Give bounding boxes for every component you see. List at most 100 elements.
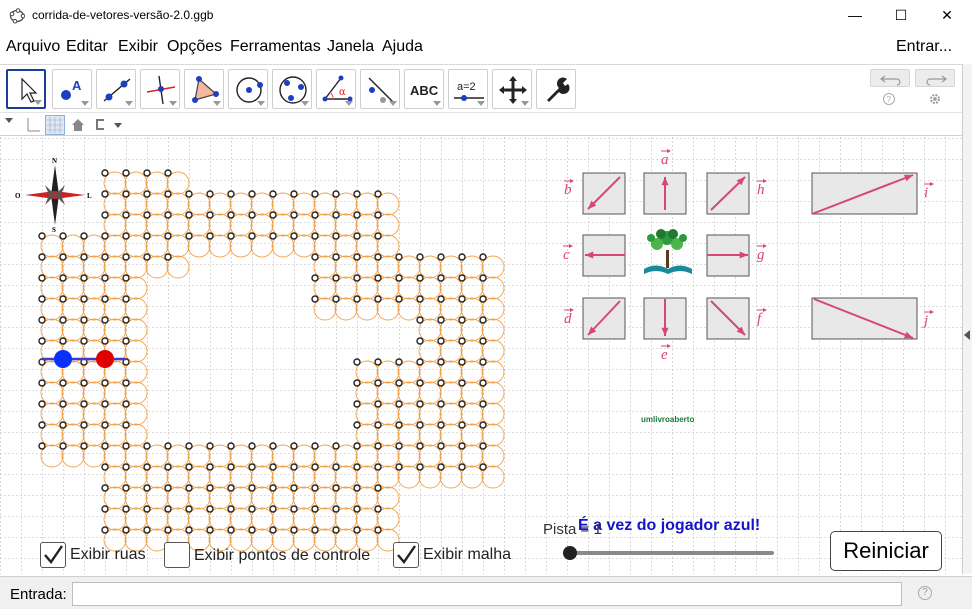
track-point bbox=[143, 463, 151, 471]
track-point bbox=[332, 211, 340, 219]
vector-d-button[interactable]: d bbox=[564, 297, 626, 340]
sign-in-link[interactable]: Entrar... bbox=[896, 38, 952, 56]
redo-button[interactable] bbox=[915, 69, 955, 87]
track-point bbox=[311, 463, 319, 471]
vector-g-button[interactable]: g bbox=[706, 234, 767, 277]
show-control-points-label: Exibir pontos de controle bbox=[194, 547, 371, 564]
show-streets-checkbox[interactable] bbox=[40, 542, 66, 568]
track-point bbox=[80, 442, 88, 450]
show-grid-checkbox[interactable] bbox=[393, 542, 419, 568]
vector-i-button[interactable]: i bbox=[811, 172, 934, 215]
reflect-tool[interactable] bbox=[360, 69, 400, 109]
menu-arquivo[interactable]: Arquivo bbox=[6, 38, 60, 56]
svg-text:L: L bbox=[87, 192, 92, 200]
title-bar: corrida-de-vetores-versão-2.0.ggb — ☐ ✕ bbox=[0, 0, 972, 32]
track-point bbox=[38, 421, 46, 429]
perpendicular-line-tool[interactable] bbox=[140, 69, 180, 109]
graphics-canvas[interactable]: N S L O b a h i c g d e f j bbox=[0, 137, 962, 574]
input-help-icon[interactable]: ? bbox=[918, 586, 932, 600]
track-point bbox=[269, 463, 277, 471]
close-button[interactable]: ✕ bbox=[924, 0, 970, 30]
redo-icon bbox=[926, 75, 947, 86]
settings-gear-icon[interactable] bbox=[928, 92, 942, 106]
text-tool[interactable]: ABC bbox=[404, 69, 444, 109]
track-point bbox=[374, 232, 382, 240]
move-tool[interactable] bbox=[6, 69, 46, 109]
vector-f-label: f bbox=[757, 311, 763, 327]
move-graphics-tool[interactable] bbox=[492, 69, 532, 109]
track-point bbox=[248, 442, 256, 450]
vector-b-button[interactable]: b bbox=[564, 172, 626, 215]
track-point bbox=[122, 253, 130, 261]
track-point bbox=[437, 400, 445, 408]
minimize-button[interactable]: — bbox=[832, 0, 878, 30]
graphics-view[interactable]: N S L O b a h i c g d e f j umlivroaberto É a vez… bbox=[0, 137, 962, 574]
track-point bbox=[332, 526, 340, 534]
track-point bbox=[437, 295, 445, 303]
turn-message: É a vez do jogador azul! bbox=[578, 517, 761, 534]
track-point bbox=[185, 526, 193, 534]
track-point bbox=[59, 274, 67, 282]
vector-j-button[interactable]: j bbox=[811, 297, 934, 340]
cursor-arrow-icon bbox=[21, 77, 38, 103]
input-bar: Entrada: ? bbox=[0, 576, 972, 609]
help-icon[interactable]: ? bbox=[882, 92, 896, 106]
vector-h-button[interactable]: h bbox=[706, 172, 767, 215]
slider-tool[interactable]: a=2 bbox=[448, 69, 488, 109]
track-point bbox=[353, 442, 361, 450]
conic-tool[interactable] bbox=[272, 69, 312, 109]
track-point bbox=[416, 442, 424, 450]
track-point bbox=[479, 463, 487, 471]
vector-c-button[interactable]: c bbox=[563, 234, 626, 277]
input-field[interactable] bbox=[72, 582, 902, 606]
track-point bbox=[59, 316, 67, 324]
track-point bbox=[458, 274, 466, 282]
circle-tool[interactable] bbox=[228, 69, 268, 109]
show-streets-label: Exibir ruas bbox=[70, 546, 146, 563]
track-point bbox=[311, 211, 319, 219]
track-point bbox=[479, 400, 487, 408]
track-point bbox=[101, 421, 109, 429]
style-bar-toggle-icon[interactable] bbox=[4, 117, 14, 125]
menu-opcoes[interactable]: Opções bbox=[167, 38, 222, 56]
track-point bbox=[332, 295, 340, 303]
menu-exibir[interactable]: Exibir bbox=[118, 38, 158, 56]
tools-customize-button[interactable] bbox=[536, 69, 576, 109]
home-icon[interactable] bbox=[70, 117, 86, 133]
track-point bbox=[374, 400, 382, 408]
menu-ajuda[interactable]: Ajuda bbox=[382, 38, 423, 56]
track-point bbox=[395, 295, 403, 303]
red-player-marker[interactable] bbox=[96, 350, 114, 368]
track-point bbox=[80, 421, 88, 429]
menu-editar[interactable]: Editar bbox=[66, 38, 108, 56]
track-point bbox=[122, 400, 130, 408]
blue-player-marker[interactable] bbox=[54, 350, 72, 368]
track-point bbox=[374, 442, 382, 450]
track-point bbox=[143, 190, 151, 198]
maximize-button[interactable]: ☐ bbox=[878, 0, 924, 30]
grid-toggle-icon[interactable] bbox=[45, 115, 65, 135]
track-point bbox=[227, 190, 235, 198]
menu-ferramentas[interactable]: Ferramentas bbox=[230, 38, 321, 56]
vector-e-button[interactable]: e bbox=[643, 297, 687, 363]
track-point bbox=[122, 505, 130, 513]
track-point bbox=[101, 442, 109, 450]
angle-tool[interactable]: α bbox=[316, 69, 356, 109]
polygon-tool[interactable] bbox=[184, 69, 224, 109]
vector-a-button[interactable]: a bbox=[643, 149, 687, 215]
slider-handle[interactable] bbox=[563, 546, 577, 560]
point-tool[interactable]: A bbox=[52, 69, 92, 109]
track-point bbox=[122, 169, 130, 177]
track-point bbox=[269, 190, 277, 198]
show-control-points-checkbox[interactable] bbox=[164, 542, 190, 568]
vector-f-button[interactable]: f bbox=[706, 297, 767, 340]
menu-janela[interactable]: Janela bbox=[327, 38, 374, 56]
expand-panel-icon[interactable] bbox=[964, 330, 970, 340]
undo-button[interactable] bbox=[870, 69, 910, 87]
reset-button[interactable]: Reiniciar bbox=[830, 531, 942, 571]
line-tool[interactable] bbox=[96, 69, 136, 109]
point-capturing-icon[interactable] bbox=[92, 117, 122, 133]
track-point bbox=[416, 379, 424, 387]
axes-toggle-icon[interactable] bbox=[24, 116, 42, 134]
track-slider[interactable] bbox=[558, 541, 778, 565]
